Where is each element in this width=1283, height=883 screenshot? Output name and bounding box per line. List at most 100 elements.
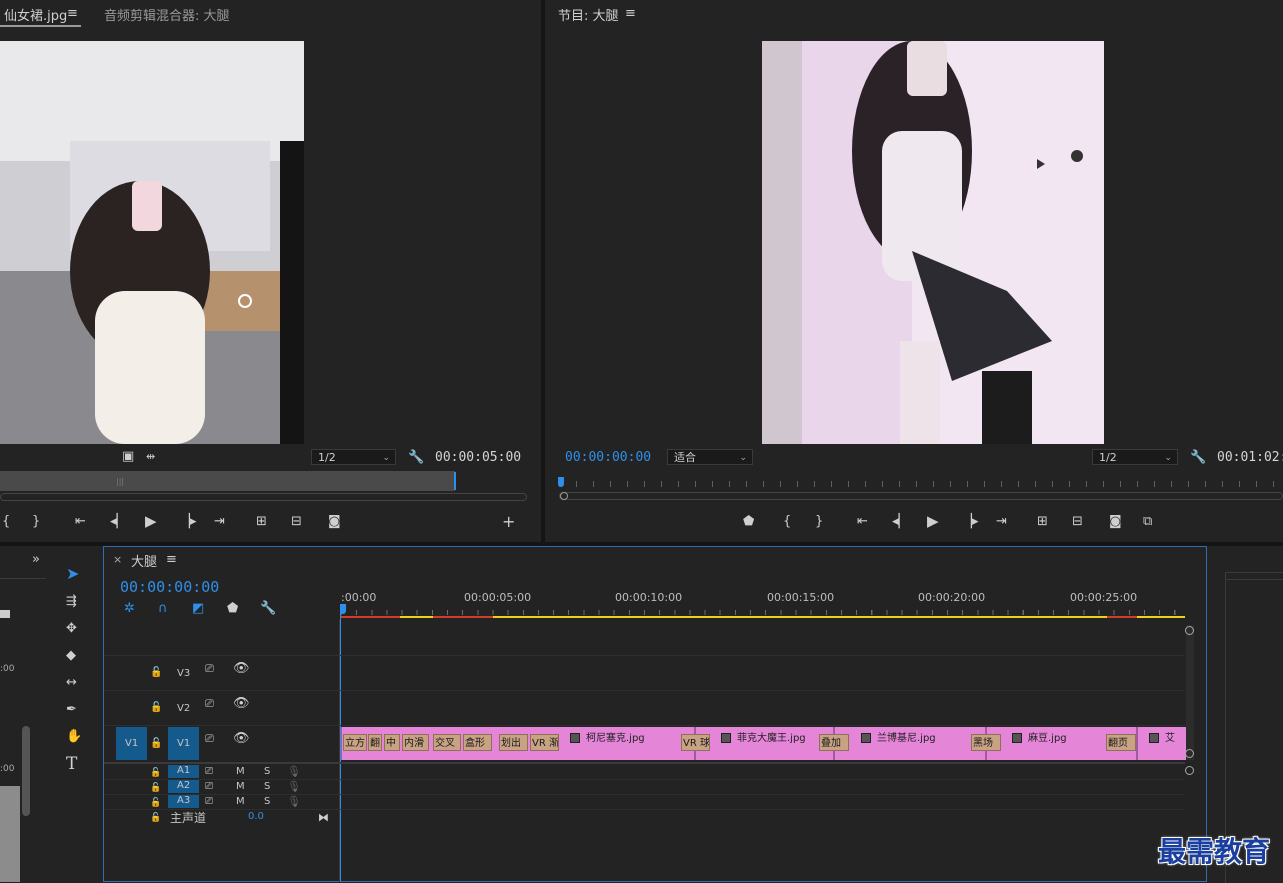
lock-icon[interactable]: 🔓: [150, 795, 161, 811]
eye-icon[interactable]: 👁: [233, 661, 250, 677]
type-tool-icon[interactable]: T: [66, 756, 77, 773]
timeline-close-icon[interactable]: ×: [113, 553, 122, 566]
scroll-handle-top[interactable]: [1185, 626, 1194, 635]
go-to-end-icon[interactable]: ⧓: [318, 810, 329, 826]
hand-tool-icon[interactable]: ✋: [66, 729, 82, 745]
mark-in-icon[interactable]: {: [783, 514, 791, 530]
master-volume-value[interactable]: 0.0: [248, 811, 264, 822]
program-title[interactable]: 节目: 大腿: [558, 5, 619, 24]
insert-icon[interactable]: ⊞: [256, 514, 267, 530]
solo-button[interactable]: S: [264, 766, 270, 777]
lock-icon[interactable]: 🔓: [150, 765, 161, 781]
timeline-name[interactable]: 大腿: [131, 551, 157, 570]
sync-lock-icon[interactable]: ⎚: [205, 764, 213, 780]
drag-video-icon[interactable]: ⇹: [146, 449, 155, 465]
menu-icon[interactable]: ≡: [166, 552, 177, 568]
solo-button[interactable]: S: [264, 781, 270, 792]
sync-lock-icon[interactable]: ⎚: [205, 779, 213, 795]
left-scrollbar[interactable]: [22, 726, 30, 816]
ripple-edit-tool-icon[interactable]: ✥: [66, 621, 77, 637]
menu-icon[interactable]: ≡: [625, 6, 636, 22]
clip-name[interactable]: 柯尼塞克.jpg: [570, 729, 645, 744]
source-scrubber[interactable]: |||: [0, 471, 455, 491]
go-to-out-icon[interactable]: ⇥: [996, 514, 1007, 530]
clip-name[interactable]: 兰博基尼.jpg: [861, 729, 936, 744]
track-target-a3[interactable]: A3: [168, 795, 199, 808]
razor-tool-icon[interactable]: ◆: [66, 648, 76, 664]
source-zoom-bar[interactable]: [0, 493, 527, 501]
source-playhead[interactable]: [454, 472, 456, 490]
go-to-out-icon[interactable]: ⇥: [214, 514, 225, 530]
clip-name[interactable]: 菲克大魔王.jpg: [721, 729, 806, 744]
lock-icon[interactable]: 🔓: [150, 780, 161, 796]
play-icon[interactable]: ▶: [927, 513, 939, 529]
lock-icon[interactable]: 🔓: [150, 810, 161, 826]
wrench-icon[interactable]: 🔧: [260, 601, 276, 617]
play-icon[interactable]: ▶: [145, 513, 157, 529]
transition[interactable]: 划出: [499, 734, 528, 751]
mute-button[interactable]: M: [236, 796, 245, 807]
track-select-tool-icon[interactable]: ⇶: [66, 594, 77, 610]
microphone-icon[interactable]: 🎙: [287, 764, 301, 780]
program-resolution-select[interactable]: 1/2 ⌄: [1092, 449, 1178, 465]
transition[interactable]: 立方: [343, 734, 367, 751]
source-patch-v1[interactable]: V1: [116, 727, 147, 760]
clip-segment[interactable]: [1136, 727, 1138, 760]
menu-icon[interactable]: ≡: [67, 6, 78, 22]
lift-icon[interactable]: ⊞: [1037, 514, 1048, 530]
selection-tool-icon[interactable]: ➤: [66, 566, 79, 582]
scroll-handle-bottom[interactable]: [1185, 749, 1194, 758]
linked-selection-icon[interactable]: ◩: [192, 601, 204, 617]
go-to-in-icon[interactable]: ⇤: [75, 514, 86, 530]
comparison-view-icon[interactable]: ⧉: [1143, 514, 1152, 530]
fit-select[interactable]: 适合 ⌄: [667, 449, 753, 465]
step-forward-icon[interactable]: ▕▸: [962, 514, 979, 530]
sync-lock-icon[interactable]: ⎚: [205, 794, 213, 810]
slip-tool-icon[interactable]: ↔: [66, 675, 77, 691]
expand-panels-icon[interactable]: »: [32, 552, 40, 568]
add-marker-icon[interactable]: ⬟: [743, 514, 754, 530]
audio-mixer-tab[interactable]: 音频剪辑混合器: 大腿: [104, 5, 230, 24]
sync-lock-icon[interactable]: ⎚: [205, 731, 214, 747]
transition[interactable]: 黑场: [971, 734, 1001, 751]
overwrite-icon[interactable]: ⊟: [291, 514, 302, 530]
program-playhead[interactable]: [558, 477, 564, 487]
wrench-icon[interactable]: 🔧: [1190, 450, 1206, 466]
track-target-a2[interactable]: A2: [168, 780, 199, 793]
mark-out-icon[interactable]: }: [32, 514, 40, 530]
sync-lock-icon[interactable]: ⎚: [205, 661, 214, 677]
eye-icon[interactable]: 👁: [233, 731, 250, 747]
source-tab-label[interactable]: 仙女裙.jpg: [4, 5, 67, 24]
snap-magnet-icon[interactable]: ∩: [158, 601, 168, 617]
microphone-icon[interactable]: 🎙: [287, 779, 301, 795]
transition[interactable]: 叠加: [819, 734, 849, 751]
mark-in-icon[interactable]: {: [2, 514, 10, 530]
nest-sequence-icon[interactable]: ✲: [124, 601, 135, 617]
lock-icon[interactable]: 🔓: [150, 736, 162, 752]
export-frame-icon[interactable]: ▣: [122, 449, 134, 465]
transition[interactable]: 盒形: [463, 734, 492, 751]
go-to-in-icon[interactable]: ⇤: [857, 514, 868, 530]
extract-icon[interactable]: ⊟: [1072, 514, 1083, 530]
add-button-icon[interactable]: +: [502, 514, 515, 530]
program-time-ruler[interactable]: [559, 477, 1283, 487]
track-target-a1[interactable]: A1: [168, 765, 199, 778]
lock-icon[interactable]: 🔓: [150, 700, 162, 716]
microphone-icon[interactable]: 🎙: [287, 794, 301, 810]
transition[interactable]: VR 渐: [530, 734, 559, 751]
track-target-v1[interactable]: V1: [168, 727, 199, 760]
timeline-timecode[interactable]: 00:00:00:00: [120, 578, 219, 596]
eye-icon[interactable]: 👁: [233, 696, 250, 712]
transition[interactable]: 中: [384, 734, 400, 751]
camera-icon[interactable]: ◙: [328, 514, 341, 530]
transition[interactable]: 交叉: [433, 734, 461, 751]
mute-button[interactable]: M: [236, 766, 245, 777]
transition[interactable]: 翻: [368, 734, 382, 751]
pen-tool-icon[interactable]: ✒: [66, 702, 77, 718]
mute-button[interactable]: M: [236, 781, 245, 792]
clip-name[interactable]: 艾: [1149, 729, 1175, 744]
wrench-icon[interactable]: 🔧: [408, 450, 424, 466]
program-zoom-bar[interactable]: [559, 492, 1283, 500]
step-forward-icon[interactable]: ▕▸: [180, 514, 197, 530]
clip-name[interactable]: 麻豆.jpg: [1012, 729, 1067, 744]
